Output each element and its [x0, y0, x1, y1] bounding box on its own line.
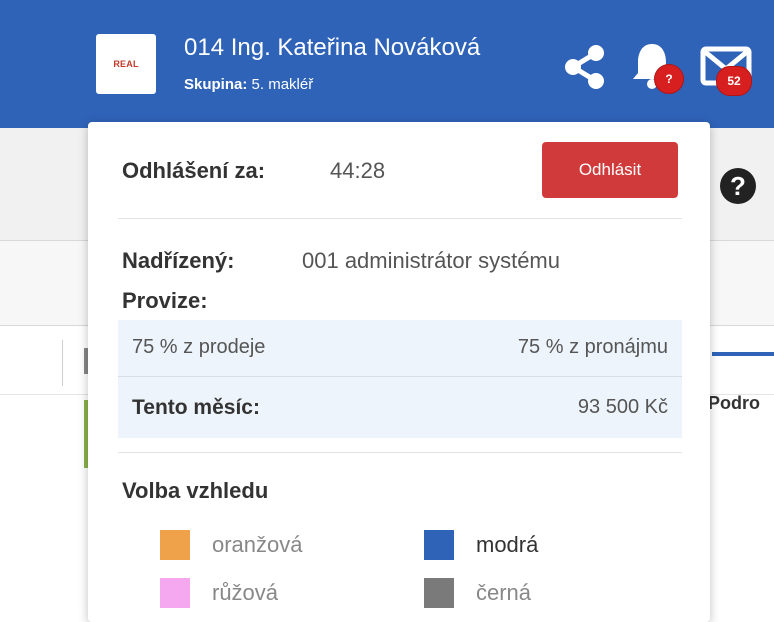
supervisor-label: Nadřízený: — [122, 248, 235, 273]
theme-option-label: modrá — [476, 532, 539, 557]
commission-label: Provize: — [122, 288, 208, 313]
company-logo[interactable]: REAL — [96, 34, 156, 94]
commission-sale: 75 % z prodeje — [132, 336, 266, 358]
messages-badge: 52 — [716, 66, 752, 96]
theme-selection-title: Volba vzhledu — [122, 478, 269, 503]
theme-option-orange[interactable]: oranžová — [160, 530, 303, 560]
logo-text: REAL — [113, 59, 139, 69]
logout-button[interactable]: Odhlásit — [542, 142, 678, 198]
logout-countdown-timer: 44:28 — [330, 158, 386, 183]
supervisor-value: 001 administrátor systému — [302, 248, 560, 273]
theme-option-pink[interactable]: růžová — [160, 578, 278, 608]
orange-swatch — [160, 530, 190, 560]
active-tab-underline — [712, 352, 774, 356]
theme-option-black[interactable]: černá — [424, 578, 531, 608]
user-group: Skupina: 5. makléř — [184, 76, 313, 93]
theme-option-blue[interactable]: modrá — [424, 530, 538, 560]
commission-rates-row: 75 % z prodeje 75 % z pronájmu — [118, 320, 682, 377]
help-icon[interactable]: ? — [720, 168, 756, 204]
logout-countdown-label: Odhlášení za: — [122, 158, 266, 183]
divider — [118, 452, 682, 453]
column-header-partial[interactable]: Podro — [708, 393, 760, 414]
theme-option-label: černá — [476, 580, 532, 605]
this-month-value: 93 500 Kč — [577, 396, 668, 418]
theme-option-label: oranžová — [212, 532, 303, 557]
commission-rent: 75 % z pronájmu — [517, 336, 668, 358]
user-dropdown-panel: Odhlášení za: 44:28 Odhlásit Nadřízený: … — [88, 122, 710, 622]
top-header-bar: REAL 014 Ing. Kateřina Nováková Skupina:… — [0, 0, 774, 128]
commission-table: 75 % z prodeje 75 % z pronájmu Tento měs… — [118, 320, 682, 438]
this-month-label: Tento měsíc: — [132, 396, 260, 419]
user-name[interactable]: 014 Ing. Kateřina Nováková — [184, 34, 480, 62]
group-value: 5. makléř — [251, 76, 314, 93]
blue-swatch — [424, 530, 454, 560]
tab-separator — [62, 340, 63, 386]
group-label: Skupina: — [184, 76, 248, 93]
pink-swatch — [160, 578, 190, 608]
notifications-badge: ? — [654, 64, 684, 94]
black-swatch — [424, 578, 454, 608]
theme-option-label: růžová — [212, 580, 279, 605]
share-icon[interactable] — [562, 44, 608, 90]
divider — [118, 218, 682, 219]
